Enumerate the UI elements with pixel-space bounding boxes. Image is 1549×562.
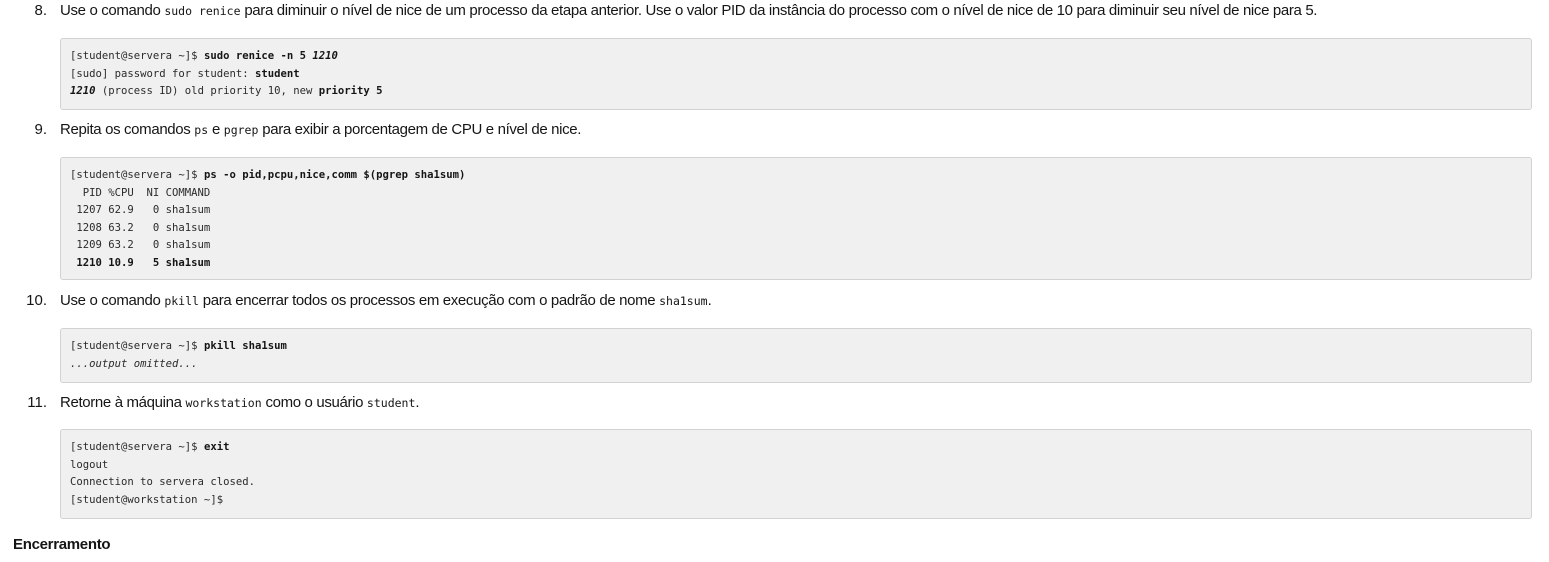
output-row: 1209 63.2 0 sha1sum [70, 239, 211, 251]
command: ps -o pid,pcpu,nice,comm $(pgrep sha1sum… [203, 169, 466, 181]
pid-value: 1210 [70, 85, 96, 97]
output-line: [sudo] password for student: [70, 67, 255, 80]
inline-code: workstation [185, 396, 262, 410]
inline-code: sha1sum [659, 294, 708, 308]
step-text: Use o comando sudo renice para diminuir … [60, 0, 1539, 22]
text-segment: Retorne à máquina [60, 394, 186, 411]
prompt: [student@servera ~]$ [70, 441, 204, 453]
step-number: 9. [34, 121, 47, 138]
terminal-block[interactable]: [student@servera ~]$ pkill sha1sum ...out… [60, 328, 1532, 383]
inline-code: pgrep [223, 123, 259, 137]
text-segment: e [208, 121, 224, 138]
output-line: Connection to servera closed. [70, 476, 255, 488]
text-segment: . [415, 394, 420, 411]
inline-code: pkill [164, 294, 199, 308]
output-row: 1208 63.2 0 sha1sum [70, 221, 211, 234]
section-heading: Encerramento [13, 536, 111, 553]
output-line: [student@workstation ~]$ [70, 493, 224, 506]
output-row-highlighted: 1210 10.9 5 sha1sum [70, 256, 211, 269]
text-segment: para encerrar todos os processos em exec… [198, 292, 660, 309]
step-text: Repita os comandos ps e pgrep para exibi… [60, 119, 1539, 141]
output-line: logout [70, 458, 109, 471]
output-emphasis: priority 5 [318, 85, 383, 97]
text-segment: Repita os comandos [60, 121, 195, 138]
text-segment: para exibir a porcentagem de CPU e nível… [258, 121, 582, 138]
lab-instructions: 8. Use o comando sudo renice para diminu… [0, 0, 1549, 562]
inline-code: student [366, 396, 416, 410]
output-line: (process ID) old priority 10, new [95, 85, 319, 97]
output-omitted-note: ...output omitted... [70, 357, 198, 370]
command: pkill sha1sum [203, 340, 287, 352]
step-number: 8. [34, 2, 47, 19]
prompt: [student@servera ~]$ [70, 340, 204, 352]
typed-password: student [254, 67, 300, 80]
text-segment: Use o comando [60, 2, 165, 19]
output-row: 1207 62.9 0 sha1sum [70, 204, 211, 216]
inline-code: ps [194, 123, 209, 137]
step-number: 10. [26, 292, 47, 309]
step-text: Retorne à máquina workstation como o usu… [60, 392, 1539, 414]
inline-code: sudo renice [164, 4, 241, 18]
step-text: Use o comando pkill para encerrar todos … [60, 290, 1539, 312]
prompt: [student@servera ~]$ [70, 50, 204, 62]
text-segment: como o usuário [261, 394, 367, 411]
pid-value: 1210 [312, 50, 338, 62]
prompt: [student@servera ~]$ [70, 169, 204, 181]
command: sudo renice -n 5 [203, 50, 313, 62]
text-segment: Use o comando [60, 292, 165, 309]
command: exit [203, 441, 230, 453]
output-header: PID %CPU NI COMMAND [70, 186, 211, 199]
text-segment: . [707, 292, 712, 309]
step-number: 11. [27, 394, 47, 411]
terminal-block[interactable]: [student@servera ~]$ exit logout Connectio… [60, 429, 1532, 519]
terminal-block[interactable]: [student@servera ~]$ sudo renice -n 5 12… [60, 38, 1532, 110]
text-segment: para diminuir o nível de nice de um proc… [240, 2, 1318, 19]
terminal-block[interactable]: [student@servera ~]$ ps -o pid,pcpu,nice… [60, 157, 1532, 280]
